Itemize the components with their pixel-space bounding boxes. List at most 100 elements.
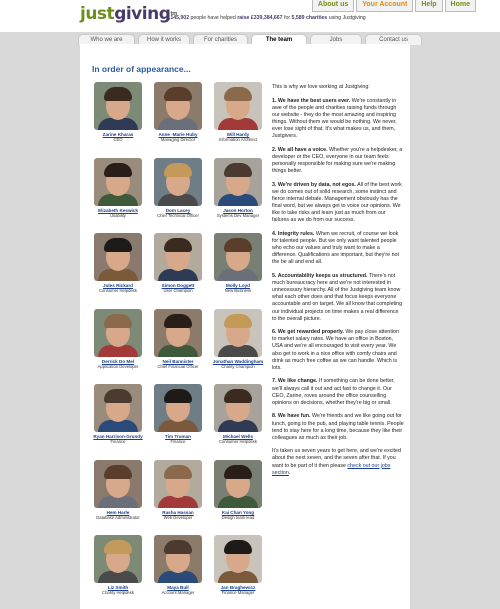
team-member-name[interactable]: Jonathan Waddingham (208, 359, 268, 364)
top-link-help[interactable]: Help (415, 0, 443, 12)
team-member-photo[interactable] (154, 157, 202, 206)
photo-hair (224, 238, 252, 252)
team-member-photo[interactable] (94, 384, 142, 432)
team-member-card: Anne -Marie Huby Managing Director (148, 82, 208, 142)
team-member-card: Jonathan Waddingham Charity Champion (208, 308, 268, 369)
value-4-title: 4. Integrity rules. (272, 230, 315, 237)
team-member-photo[interactable] (154, 82, 202, 130)
values-text: This is why we love working at Justgivin… (272, 84, 404, 483)
photo-hair (224, 313, 252, 328)
team-member-role: Finance (170, 439, 186, 444)
justgiving-logo[interactable]: justgivingtm (80, 4, 177, 24)
value-2-title: 2. We all have a voice. (272, 146, 328, 153)
team-member-card: Kai Chan Yong Design team lead (208, 459, 268, 520)
team-member-role: Application Developer (97, 363, 139, 369)
team-member-card: Derrick Do Mel Application Developer (88, 308, 148, 369)
team-member-photo[interactable] (94, 308, 142, 357)
team-member-role: Usability (110, 212, 126, 218)
top-link-home[interactable]: Home (444, 0, 476, 12)
photo-hair (164, 540, 192, 554)
team-member-photo[interactable] (94, 233, 142, 281)
team-member-card: Rasha Hassan Web Developer (148, 459, 208, 520)
photo-hair (224, 389, 252, 403)
team-member-role: Charity Champion (221, 363, 255, 369)
team-member-card: Ryan Harrison-Grundy Finance (88, 384, 148, 444)
photo-hair (104, 464, 132, 479)
value-5-body: There's not much bureaucracy here and we… (272, 273, 403, 322)
team-member-photo[interactable] (214, 82, 262, 130)
team-member-card: Michael Wells Consumer Helpdesk (208, 384, 268, 444)
photo-hair (104, 313, 132, 328)
team-member-photo[interactable] (154, 233, 202, 281)
value-1: 1. We have the best users ever. We're co… (272, 98, 404, 141)
photo-hair (104, 238, 132, 252)
team-member-photo[interactable] (154, 459, 202, 508)
team-member-role: User Champion (163, 288, 193, 293)
photo-hair (164, 313, 192, 328)
logo-main-text: just (80, 4, 115, 24)
team-member-photo[interactable] (94, 82, 142, 130)
team-member-card: Liz Smith Charity Helpdesk (88, 535, 148, 595)
team-member-role: New Business (224, 288, 252, 293)
team-member-card: Jan Braghewicz Finance Manager (208, 535, 268, 595)
team-member-role: Web Developer (163, 514, 193, 520)
team-member-card: Hem Harle Database Administrator (88, 459, 148, 520)
tagline-part2: for (284, 15, 291, 21)
value-8: 8. We have fun. We're friends and we lik… (272, 413, 404, 441)
team-member-role: Information Architect (218, 137, 258, 142)
team-member-photo[interactable] (94, 459, 142, 508)
team-member-photo[interactable] (154, 308, 202, 357)
team-member-photo[interactable] (214, 459, 262, 508)
intro-text: This is why we love working at Justgivin… (272, 84, 370, 90)
team-member-card: Tim Truman Finance (148, 384, 208, 444)
team-member-photo[interactable] (154, 384, 202, 432)
photo-hair (224, 87, 252, 101)
value-1-title: 1. We have the best users ever. (272, 97, 351, 104)
team-member-role: Systems Dev Manager (216, 212, 260, 218)
top-links: About us Your Account Help Home (311, 0, 476, 12)
main-content: In order of appearance... Zarine Kharas C… (80, 44, 410, 609)
team-member-photo[interactable] (214, 157, 262, 206)
team-member-photo[interactable] (214, 233, 262, 281)
value-1-body: We're constantly in awe of the people an… (272, 97, 397, 140)
team-member-card: Molly Loyd New Business (208, 233, 268, 293)
team-member-role: Database Administrator (96, 514, 140, 520)
team-member-role: Design team lead (221, 514, 255, 520)
team-member-card: Elizabeth Keswick Usability (88, 157, 148, 218)
team-member-card: Zarine Kharas CEO (88, 82, 148, 142)
photo-hair (224, 162, 252, 177)
team-member-card: Simon Doggett User Champion (148, 233, 208, 293)
tagline-raise: raise £339,384,667 (237, 15, 283, 21)
closing-text: It's taken us seven years to get here, a… (272, 448, 404, 476)
team-member-role: Consumer Helpdesk (219, 439, 257, 444)
photo-hair (104, 389, 132, 403)
photo-hair (164, 238, 192, 252)
team-member-photo[interactable] (214, 535, 262, 583)
value-4: 4. Integrity rules. When we recruit, of … (272, 231, 404, 266)
team-member-role: Managing Director (160, 137, 196, 142)
team-member-role: Finance Manager (221, 590, 255, 595)
team-member-card: Maya Bull Account Manager (148, 535, 208, 595)
team-member-photo[interactable] (94, 157, 142, 206)
header: justgivingtm About us Your Account Help … (0, 0, 500, 32)
team-member-photo[interactable] (214, 308, 262, 357)
page-heading: In order of appearance... (92, 64, 191, 74)
top-link-about-us[interactable]: About us (311, 0, 355, 12)
team-member-card: Will Hardy Information Architect (208, 82, 268, 142)
value-5: 5. Accountability keeps us structured. T… (272, 273, 404, 323)
value-8-title: 8. We have fun. (272, 413, 311, 420)
team-member-card: Dom Lacey Chief Technical Officer (148, 157, 208, 218)
tagline: 6,145,902 people have helped raise £339,… (166, 15, 366, 21)
top-link-your-account[interactable]: Your Account (356, 0, 414, 12)
team-member-role: Finance (110, 439, 126, 444)
photo-hair (104, 540, 132, 554)
team-member-role: Charity Helpdesk (102, 590, 134, 595)
team-member-photo[interactable] (154, 535, 202, 583)
logo-accent-text: giving (114, 4, 171, 24)
team-member-role: CEO (113, 137, 123, 142)
photo-hair (224, 464, 252, 479)
photo-hair (224, 540, 252, 554)
team-member-photo[interactable] (94, 535, 142, 583)
team-member-photo[interactable] (214, 384, 262, 432)
value-3: 3. We're driven by data, not egos. All o… (272, 182, 404, 225)
